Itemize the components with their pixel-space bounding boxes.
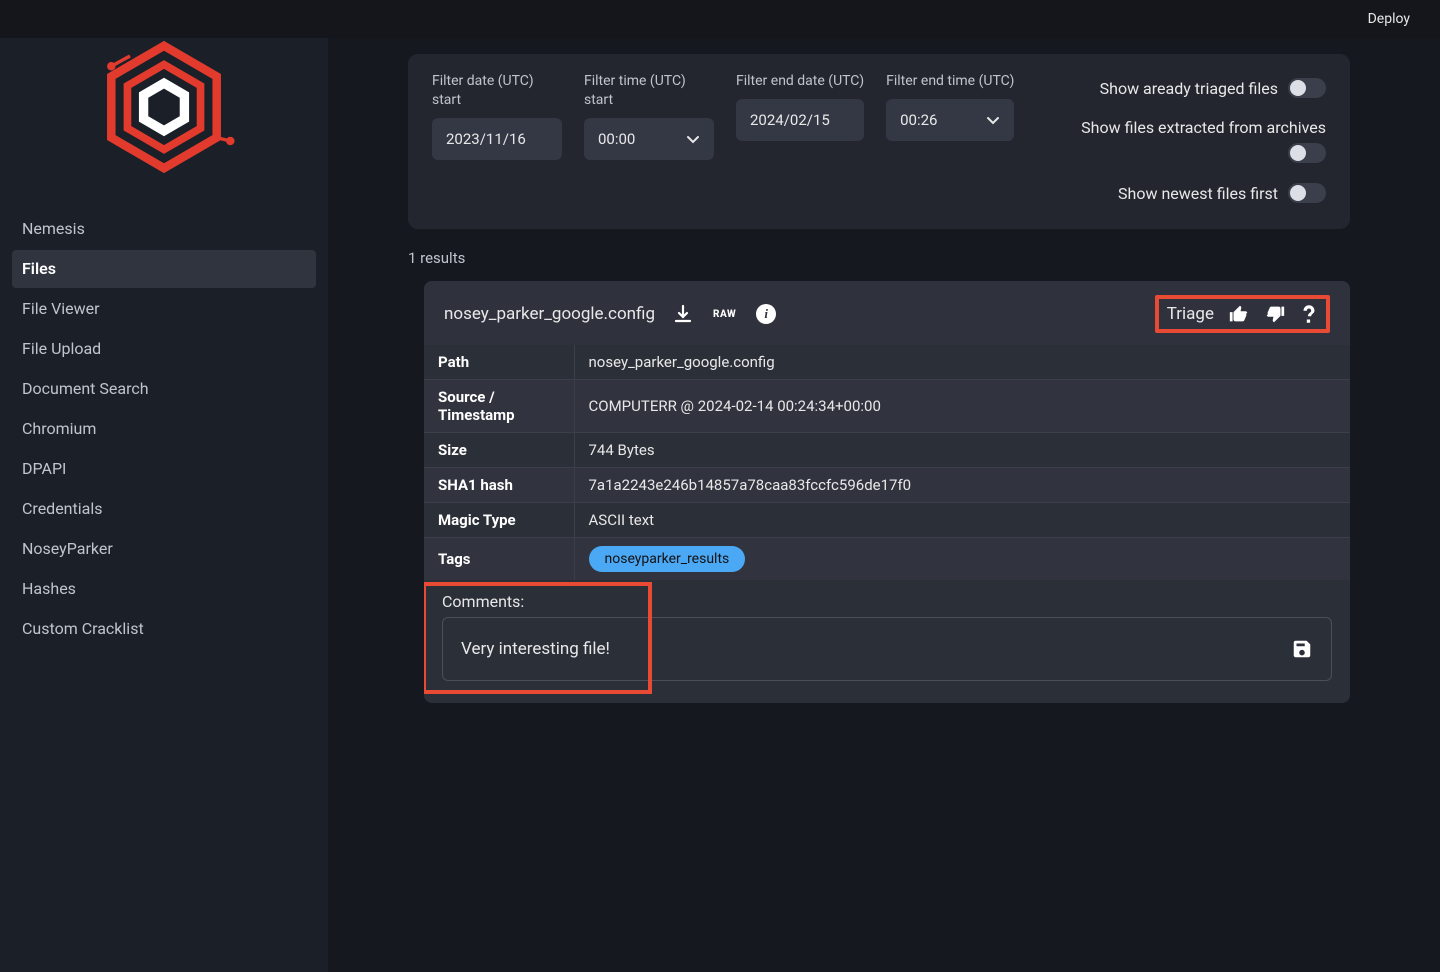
table-row: Size 744 Bytes [424, 433, 1350, 468]
sidebar: Nemesis Files File Viewer File Upload Do… [0, 0, 328, 972]
chevron-down-icon [686, 132, 700, 146]
toggle-newest[interactable] [1288, 183, 1326, 203]
toggle-label-newest: Show newest files first [1118, 184, 1278, 203]
toggle-row-newest: Show newest files first [1118, 183, 1326, 203]
filters-right: Show aready triaged files Show files ext… [1066, 72, 1326, 203]
triage-label: Triage [1167, 304, 1214, 324]
table-row: Path nosey_parker_google.config [424, 345, 1350, 380]
chevron-down-icon [986, 113, 1000, 127]
filter-date-end-label: Filter end date (UTC) [736, 72, 864, 91]
filter-time-end-value: 00:26 [900, 111, 937, 129]
filter-time-end-label: Filter end time (UTC) [886, 72, 1014, 91]
filter-date-start: Filter date (UTC) start 2023/11/16 [432, 72, 562, 203]
toggle-label-archives: Show files extracted from archives [1081, 118, 1326, 137]
sidebar-item-document-search[interactable]: Document Search [12, 370, 316, 408]
file-detail-table: Path nosey_parker_google.config Source /… [424, 345, 1350, 580]
toggle-triaged[interactable] [1288, 78, 1326, 98]
main-content: Filter date (UTC) start 2023/11/16 Filte… [328, 38, 1440, 972]
sidebar-item-file-upload[interactable]: File Upload [12, 330, 316, 368]
file-card-header: nosey_parker_google.config RAW i Triage [424, 281, 1350, 345]
toggle-archives[interactable] [1288, 143, 1326, 163]
filter-time-start-select[interactable]: 00:00 [584, 118, 714, 160]
sidebar-nav: Nemesis Files File Viewer File Upload Do… [0, 210, 328, 648]
filter-date-end-input[interactable]: 2024/02/15 [736, 99, 864, 141]
comments-section: Comments: Very interesting file! [424, 580, 1350, 703]
tag-chip[interactable]: noseyparker_results [589, 546, 746, 572]
raw-button[interactable]: RAW [711, 308, 738, 321]
row-key-size: Size [424, 433, 574, 468]
deploy-button[interactable]: Deploy [1360, 7, 1418, 31]
info-icon[interactable]: i [756, 304, 776, 324]
row-val-tags: noseyparker_results [574, 538, 1350, 581]
sidebar-item-nemesis[interactable]: Nemesis [12, 210, 316, 248]
topbar: Deploy [0, 0, 1440, 38]
filters-panel: Filter date (UTC) start 2023/11/16 Filte… [408, 54, 1350, 229]
toggle-label-triaged: Show aready triaged files [1100, 79, 1278, 98]
row-key-path: Path [424, 345, 574, 380]
table-row: Magic Type ASCII text [424, 503, 1350, 538]
table-row: SHA1 hash 7a1a2243e246b14857a78caa83fccf… [424, 468, 1350, 503]
filter-date-end: Filter end date (UTC) 2024/02/15 [736, 72, 864, 203]
row-key-source: Source / Timestamp [424, 380, 574, 433]
filter-time-start: Filter time (UTC) start 00:00 [584, 72, 714, 203]
help-icon[interactable] [1300, 303, 1318, 325]
triage-controls: Triage [1155, 295, 1330, 333]
row-val-source: COMPUTERR @ 2024-02-14 00:24:34+00:00 [574, 380, 1350, 433]
row-val-size: 744 Bytes [574, 433, 1350, 468]
filter-time-end: Filter end time (UTC) 00:26 [886, 72, 1014, 203]
file-header-left: nosey_parker_google.config RAW i [444, 304, 776, 324]
sidebar-item-dpapi[interactable]: DPAPI [12, 450, 316, 488]
comments-label: Comments: [442, 592, 1332, 611]
table-row: Source / Timestamp COMPUTERR @ 2024-02-1… [424, 380, 1350, 433]
toggle-row-archives: Show files extracted from archives [1081, 118, 1326, 163]
toggle-row-triaged: Show aready triaged files [1100, 78, 1326, 98]
row-val-magic: ASCII text [574, 503, 1350, 538]
thumbs-up-icon[interactable] [1228, 303, 1250, 325]
comments-input[interactable]: Very interesting file! [442, 617, 1332, 681]
thumbs-down-icon[interactable] [1264, 303, 1286, 325]
comments-text: Very interesting file! [461, 639, 610, 659]
row-val-sha1: 7a1a2243e246b14857a78caa83fccfc596de17f0 [574, 468, 1350, 503]
row-key-sha1: SHA1 hash [424, 468, 574, 503]
sidebar-item-credentials[interactable]: Credentials [12, 490, 316, 528]
filter-date-start-input[interactable]: 2023/11/16 [432, 118, 562, 160]
file-card: nosey_parker_google.config RAW i Triage [424, 281, 1350, 703]
app-logo [0, 10, 328, 210]
sidebar-item-custom-cracklist[interactable]: Custom Cracklist [12, 610, 316, 648]
row-key-magic: Magic Type [424, 503, 574, 538]
filters-left: Filter date (UTC) start 2023/11/16 Filte… [432, 72, 1014, 203]
filter-time-start-label: Filter time (UTC) start [584, 72, 714, 110]
sidebar-item-files[interactable]: Files [12, 250, 316, 288]
save-icon[interactable] [1291, 638, 1313, 660]
file-name: nosey_parker_google.config [444, 304, 655, 324]
sidebar-item-file-viewer[interactable]: File Viewer [12, 290, 316, 328]
row-key-tags: Tags [424, 538, 574, 581]
filter-time-end-select[interactable]: 00:26 [886, 99, 1014, 141]
filter-time-start-value: 00:00 [598, 130, 635, 148]
download-icon[interactable] [673, 304, 693, 324]
results-count: 1 results [408, 249, 1350, 267]
row-val-path: nosey_parker_google.config [574, 345, 1350, 380]
sidebar-item-chromium[interactable]: Chromium [12, 410, 316, 448]
sidebar-item-hashes[interactable]: Hashes [12, 570, 316, 608]
filter-date-start-label: Filter date (UTC) start [432, 72, 562, 110]
table-row: Tags noseyparker_results [424, 538, 1350, 581]
sidebar-item-noseyparker[interactable]: NoseyParker [12, 530, 316, 568]
